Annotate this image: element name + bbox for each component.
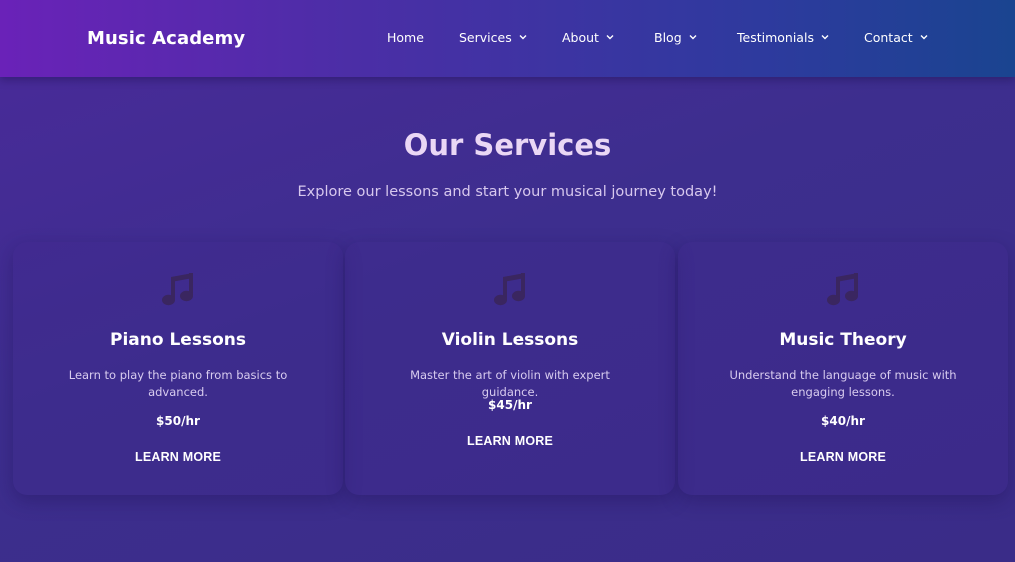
music-note-icon <box>494 273 525 306</box>
chevron-down-icon <box>519 34 527 39</box>
service-card-theory: Music Theory Understand the language of … <box>678 242 1008 495</box>
nav-item-blog[interactable]: Blog <box>654 30 698 45</box>
service-card-piano: Piano Lessons Learn to play the piano fr… <box>13 242 343 495</box>
nav-item-label: Home <box>387 30 424 45</box>
chevron-down-icon <box>689 34 697 39</box>
nav-item-label: Services <box>459 30 512 45</box>
service-title: Violin Lessons <box>441 330 579 350</box>
service-description: Learn to play the piano from basics to a… <box>68 368 288 399</box>
service-description: Understand the language of music with en… <box>729 368 957 399</box>
nav-item-label: Contact <box>864 30 913 45</box>
service-price: $45/hr <box>488 398 532 412</box>
nav-item-services[interactable]: Services <box>459 30 528 45</box>
brand-logo[interactable]: Music Academy <box>87 28 245 49</box>
service-description: Master the art of violin with expert gui… <box>410 368 610 399</box>
chevron-down-icon <box>920 34 928 39</box>
nav-item-home[interactable]: Home <box>387 30 424 45</box>
nav-item-label: Blog <box>654 30 682 45</box>
service-card-violin: Violin Lessons Master the art of violin … <box>345 242 675 495</box>
service-price: $50/hr <box>156 414 200 428</box>
learn-more-button[interactable]: LEARN MORE <box>13 450 343 464</box>
service-price: $40/hr <box>821 414 865 428</box>
nav-item-contact[interactable]: Contact <box>864 30 929 45</box>
chevron-down-icon <box>821 34 829 39</box>
service-title: Music Theory <box>779 330 907 350</box>
service-title: Piano Lessons <box>110 330 246 350</box>
music-note-icon <box>827 273 858 306</box>
navbar: Music Academy Home Services About Blog T… <box>0 0 1015 77</box>
nav-item-testimonials[interactable]: Testimonials <box>737 30 830 45</box>
section-title: Our Services <box>403 128 612 162</box>
chevron-down-icon <box>606 34 614 39</box>
learn-more-button[interactable]: LEARN MORE <box>678 450 1008 464</box>
nav-item-about[interactable]: About <box>562 30 615 45</box>
music-note-icon <box>162 273 193 306</box>
nav-item-label: About <box>562 30 599 45</box>
section-subtitle: Explore our lessons and start your music… <box>297 184 718 200</box>
learn-more-button[interactable]: LEARN MORE <box>345 434 675 448</box>
nav-item-label: Testimonials <box>737 30 814 45</box>
